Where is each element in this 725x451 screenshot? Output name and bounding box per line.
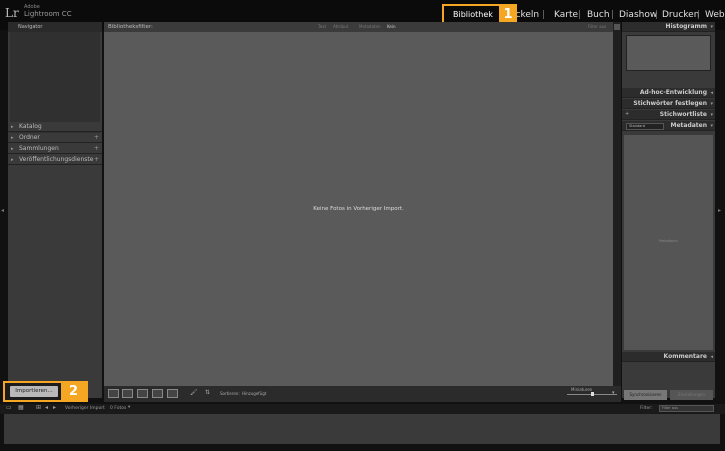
module-library[interactable]: Bibliothek bbox=[453, 10, 493, 19]
left-panel-toggle-icon[interactable]: ◂ bbox=[1, 207, 4, 214]
comments-header[interactable]: Kommentare ◂ bbox=[622, 352, 715, 362]
module-web[interactable]: Web bbox=[705, 10, 725, 20]
filmstrip-filter-select[interactable]: Filter aus bbox=[659, 405, 714, 412]
library-filter-title: Bibliotheksfilter: bbox=[108, 24, 153, 30]
grid-small-icon[interactable]: ⊞ bbox=[36, 404, 41, 411]
filter-metadata[interactable]: Metadaten bbox=[359, 22, 381, 32]
nav-back-icon[interactable]: ◂ bbox=[45, 404, 48, 411]
expand-triangle-icon: ▸ bbox=[11, 124, 14, 130]
thumbnail-size-knob[interactable] bbox=[591, 392, 594, 396]
module-separator: | bbox=[611, 10, 615, 20]
survey-view-icon[interactable] bbox=[152, 389, 163, 398]
navigator-label: Navigator bbox=[18, 24, 43, 30]
module-slideshow[interactable]: Diashow bbox=[619, 10, 657, 20]
expand-triangle-icon: ◂ bbox=[710, 354, 713, 360]
grid-scrollbar[interactable] bbox=[613, 22, 621, 386]
add-keyword-icon[interactable]: + bbox=[625, 111, 629, 117]
filmstrip-bar: ▭ ▦ ⊞ ◂ ▸ Vorheriger Import 0 Fotos ▾ Fi… bbox=[0, 404, 725, 414]
expand-triangle-icon: ▸ bbox=[11, 157, 14, 163]
toolbar-menu-chevron-icon[interactable]: ▾ bbox=[612, 390, 615, 396]
collapse-triangle-icon: ▾ bbox=[710, 101, 713, 107]
quick-develop-header[interactable]: Ad-hoc-Entwicklung ◂ bbox=[622, 88, 715, 98]
module-map[interactable]: Karte bbox=[554, 10, 578, 20]
collapse-triangle-icon: ▾ bbox=[710, 112, 713, 118]
keywording-header[interactable]: Stichwörter festlegen ▾ bbox=[622, 99, 715, 109]
grid-small-icon[interactable]: ▦ bbox=[18, 404, 24, 411]
right-panel: Histogramm ▾ Ad-hoc-Entwicklung ◂ Stichw… bbox=[622, 22, 715, 400]
grid-view-icon[interactable] bbox=[108, 389, 119, 398]
sort-direction-icon[interactable]: ⇅ bbox=[205, 389, 210, 396]
collapse-triangle-icon: ▾ bbox=[710, 24, 713, 30]
sort-label: Sortieren: bbox=[220, 391, 240, 396]
filmstrip[interactable] bbox=[4, 414, 720, 444]
panel-catalog[interactable]: ▸ Katalog bbox=[8, 122, 102, 132]
center-toolbar: 🖌 ⇅ Sortieren: Hinzugefügt Miniaturen ▾ bbox=[104, 386, 621, 402]
library-filter-bar: Bibliotheksfilter: Text Attribut Metadat… bbox=[104, 22, 613, 32]
filter-preset-select[interactable]: Filter aus bbox=[588, 22, 606, 32]
brand-name: Lightroom CC bbox=[24, 10, 72, 18]
people-view-icon[interactable] bbox=[167, 389, 178, 398]
module-separator: | bbox=[655, 10, 659, 20]
histogram-header[interactable]: Histogramm ▾ bbox=[622, 22, 715, 32]
import-button[interactable]: Importieren... bbox=[10, 386, 58, 397]
add-folder-icon[interactable]: + bbox=[94, 133, 99, 143]
expand-triangle-icon: ▸ bbox=[11, 146, 14, 152]
filmstrip-filter-label: Filter: bbox=[640, 406, 653, 411]
add-publish-service-icon[interactable]: + bbox=[94, 155, 99, 165]
navigator-header[interactable]: Navigator bbox=[8, 22, 102, 32]
filmstrip-source[interactable]: Vorheriger Import bbox=[65, 406, 105, 411]
collapse-triangle-icon: ▾ bbox=[710, 123, 713, 129]
loupe-view-icon[interactable] bbox=[122, 389, 133, 398]
module-book[interactable]: Buch bbox=[587, 10, 610, 20]
grid-view-area[interactable]: Bibliotheksfilter: Text Attribut Metadat… bbox=[104, 22, 613, 386]
filmstrip-count: 0 Fotos bbox=[110, 406, 127, 411]
expand-triangle-icon: ◂ bbox=[710, 90, 713, 96]
sort-value[interactable]: Hinzugefügt bbox=[242, 391, 266, 396]
metadata-placeholder: Metadaten bbox=[659, 239, 678, 243]
keyword-list-header[interactable]: Stichwortliste ▾ bbox=[622, 110, 715, 120]
nav-forward-icon[interactable]: ▸ bbox=[53, 404, 56, 411]
filter-attribute[interactable]: Attribut bbox=[333, 22, 348, 32]
histogram-display bbox=[626, 35, 711, 71]
module-print[interactable]: Drucken bbox=[662, 10, 699, 20]
panel-folders[interactable]: ▸ Ordner + bbox=[8, 133, 102, 143]
metadata-content: Metadaten bbox=[624, 135, 713, 350]
sync-settings-button[interactable]: Einstellungen bbox=[670, 390, 713, 400]
filter-none[interactable]: Kein bbox=[387, 22, 396, 32]
scroll-up-icon[interactable] bbox=[614, 24, 620, 30]
panel-collections[interactable]: ▸ Sammlungen + bbox=[8, 144, 102, 154]
spray-can-icon[interactable]: 🖌 bbox=[190, 389, 198, 396]
add-collection-icon[interactable]: + bbox=[94, 144, 99, 154]
sync-metadata-button[interactable]: Synchronisieren bbox=[624, 390, 667, 400]
module-separator: | bbox=[578, 10, 582, 20]
thumbnail-size-label: Miniaturen bbox=[571, 387, 593, 392]
filmstrip-source-menu-icon[interactable]: ▾ bbox=[128, 405, 130, 410]
compare-view-icon[interactable] bbox=[137, 389, 148, 398]
filter-text[interactable]: Text bbox=[318, 22, 326, 32]
expand-triangle-icon: ▸ bbox=[11, 135, 14, 141]
lightroom-logo: Lr bbox=[5, 6, 19, 20]
metadata-preset-select[interactable]: Standard bbox=[626, 123, 664, 130]
left-panel: Navigator ▸ Katalog ▸ Ordner + ▸ Sammlun… bbox=[8, 22, 102, 398]
right-panel-toggle-icon[interactable]: ▸ bbox=[718, 207, 721, 214]
panel-publish-services[interactable]: ▸ Veröffentlichungsdienste + bbox=[8, 155, 102, 165]
step-badge-2: 2 bbox=[61, 383, 86, 400]
module-separator: | bbox=[697, 10, 701, 20]
secondary-window-icon[interactable]: ▭ bbox=[6, 404, 12, 411]
empty-grid-message: Keine Fotos in Vorheriger Import. bbox=[313, 206, 404, 212]
module-separator: | bbox=[542, 10, 546, 20]
